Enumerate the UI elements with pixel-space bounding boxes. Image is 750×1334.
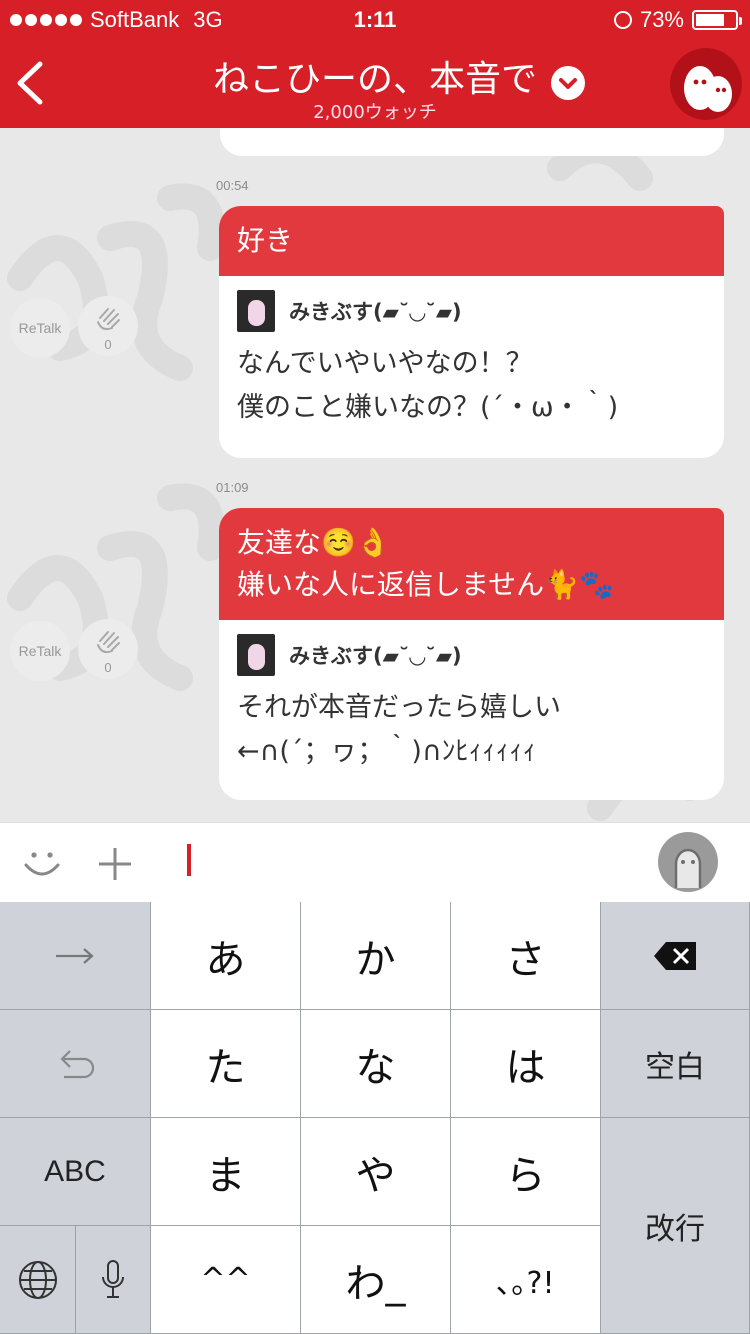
globe-icon bbox=[18, 1260, 57, 1299]
key-ra[interactable]: ら bbox=[451, 1118, 601, 1226]
key-a[interactable]: あ bbox=[151, 902, 301, 1010]
quote-author: みきぶす(▰˘◡˘▰) bbox=[289, 300, 462, 324]
key-kaomoji[interactable]: ^^ bbox=[151, 1226, 301, 1334]
header-avatar[interactable] bbox=[670, 48, 742, 120]
space-key[interactable]: 空白 bbox=[601, 1010, 750, 1118]
title-dropdown-button[interactable] bbox=[551, 66, 585, 100]
key-ha[interactable]: は bbox=[451, 1010, 601, 1118]
key-punctuation[interactable]: ､｡?! bbox=[451, 1226, 601, 1334]
retalk-button[interactable]: ReTalk bbox=[10, 298, 70, 358]
message-bubble[interactable]: 好き みきぶす(▰˘◡˘▰) なんでいやいやなの！？ 僕のこと嫌いなの？(´・ω… bbox=[219, 206, 724, 458]
page-title[interactable]: ねこひーの、本音で bbox=[0, 50, 750, 102]
key-ka[interactable]: か bbox=[301, 902, 451, 1010]
chat-area[interactable]: 00:54 ReTalk 0 好き みきぶす(▰˘◡˘▰) なんでいやいやなの！… bbox=[0, 128, 750, 822]
key-ma[interactable]: ま bbox=[151, 1118, 301, 1226]
quote-text-line: ←∩(´；ヮ；｀)∩ﾝﾋｨｨｨｨｨ bbox=[237, 736, 537, 767]
backspace-key[interactable] bbox=[601, 902, 750, 1010]
microphone-icon bbox=[102, 1259, 124, 1298]
emoji-button[interactable] bbox=[22, 847, 62, 885]
globe-key[interactable] bbox=[0, 1226, 76, 1334]
quote-author: みきぶす(▰˘◡˘▰) bbox=[289, 644, 462, 668]
previous-message-bubble bbox=[220, 128, 724, 156]
battery-icon bbox=[692, 10, 742, 30]
add-attachment-button[interactable] bbox=[96, 845, 134, 887]
avatar[interactable] bbox=[237, 634, 275, 676]
clap-count: 0 bbox=[104, 337, 112, 352]
abc-key[interactable]: ABC bbox=[0, 1118, 151, 1226]
message-text: 好き bbox=[219, 206, 724, 276]
clap-icon bbox=[97, 308, 120, 331]
undo-key[interactable] bbox=[0, 1010, 151, 1118]
quote-text-line: それが本音だったら嬉しい bbox=[237, 692, 561, 723]
watch-count: 2,000ウォッチ bbox=[313, 102, 437, 123]
clap-button[interactable]: 0 bbox=[78, 619, 138, 679]
quote-text-line: 僕のこと嫌いなの？(´・ω・｀) bbox=[237, 392, 619, 423]
message-input[interactable] bbox=[187, 844, 191, 876]
quote-text-line: なんでいやいやなの！？ bbox=[237, 348, 533, 379]
chevron-down-icon bbox=[559, 78, 577, 89]
ghost-avatar-icon bbox=[674, 848, 702, 888]
message-text: 友達な☺️👌 bbox=[237, 526, 391, 559]
smile-icon bbox=[24, 852, 60, 876]
key-ta[interactable]: た bbox=[151, 1010, 301, 1118]
status-bar: SoftBank 3G 1:11 73% bbox=[0, 0, 750, 40]
backspace-icon bbox=[654, 941, 696, 970]
dictation-key[interactable] bbox=[76, 1226, 151, 1334]
message-time: 01:09 bbox=[216, 480, 249, 495]
alarm-icon bbox=[613, 11, 632, 29]
ghost-avatar-icon bbox=[684, 66, 732, 112]
japanese-keyboard: あ か さ た な は 空白 ABC ま や ら 改行 ^^ わ_ ､｡?! bbox=[0, 902, 750, 1334]
return-key[interactable]: 改行 bbox=[601, 1118, 750, 1334]
clap-count: 0 bbox=[104, 660, 112, 675]
message-text: 嫌いな人に返信しません🐈🐾 bbox=[237, 568, 614, 601]
key-wa[interactable]: わ_ bbox=[301, 1226, 451, 1334]
clap-button[interactable]: 0 bbox=[78, 296, 138, 356]
send-as-avatar-button[interactable] bbox=[658, 832, 718, 892]
retalk-button[interactable]: ReTalk bbox=[10, 621, 70, 681]
plus-icon bbox=[99, 848, 131, 880]
key-sa[interactable]: さ bbox=[451, 902, 601, 1010]
quoted-reply: みきぶす(▰˘◡˘▰) それが本音だったら嬉しい ←∩(´；ヮ；｀)∩ﾝﾋｨｨｨ… bbox=[219, 620, 724, 792]
key-na[interactable]: な bbox=[301, 1010, 451, 1118]
cursor-right-key[interactable] bbox=[0, 902, 151, 1010]
message-input-bar bbox=[0, 822, 750, 902]
avatar[interactable] bbox=[237, 290, 275, 332]
chat-header: ねこひーの、本音で 2,000ウォッチ bbox=[0, 40, 750, 128]
message-time: 00:54 bbox=[216, 178, 249, 193]
arrow-right-icon bbox=[56, 947, 94, 964]
clap-icon bbox=[97, 631, 120, 654]
message-bubble[interactable]: 友達な☺️👌 嫌いな人に返信しません🐈🐾 みきぶす(▰˘◡˘▰) それが本音だっ… bbox=[219, 508, 724, 800]
key-ya[interactable]: や bbox=[301, 1118, 451, 1226]
undo-icon bbox=[60, 1049, 95, 1078]
battery-percent: 73% bbox=[639, 7, 684, 32]
quoted-reply: みきぶす(▰˘◡˘▰) なんでいやいやなの！？ 僕のこと嫌いなの？(´・ω・｀) bbox=[219, 276, 724, 448]
